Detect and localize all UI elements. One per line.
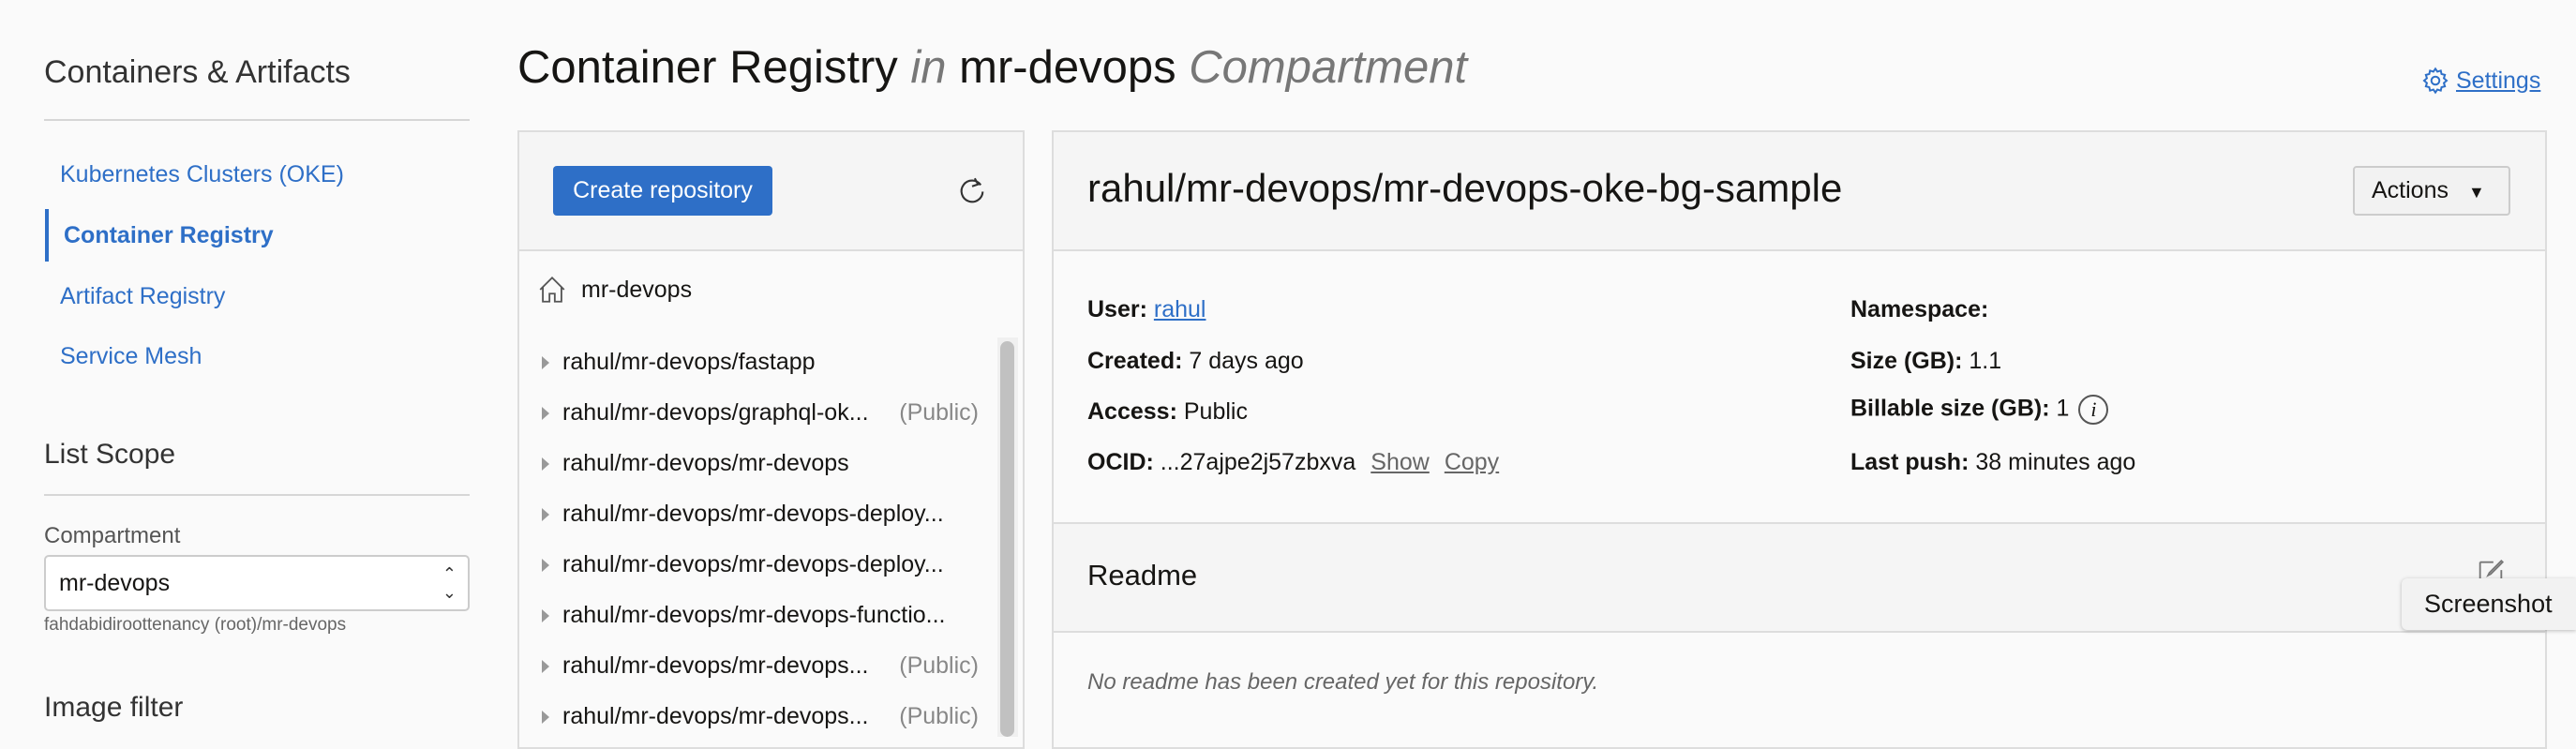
sidebar-item-kubernetes-clusters[interactable]: Kubernetes Clusters (OKE) — [45, 148, 467, 201]
readme-empty-message: No readme has been created yet for this … — [1087, 669, 1599, 695]
readme-header — [1054, 522, 2545, 633]
access-badge: (Public) — [899, 703, 979, 729]
repository-name: rahul/mr-devops/graphql-ok... — [562, 399, 869, 426]
image-filter-title: Image filter — [44, 692, 184, 723]
screenshot-tooltip: Screenshot — [2402, 578, 2576, 630]
last-push-value: 38 minutes ago — [1975, 449, 2136, 475]
repository-item[interactable]: rahul/mr-devops/mr-devops... (Public) — [542, 691, 982, 742]
access-badge: (Public) — [899, 652, 979, 679]
repository-item[interactable]: rahul/mr-devops/mr-devops... (Public) — [542, 640, 982, 691]
ocid-field: OCID: ...27ajpe2j57zbxva Show Copy — [1087, 449, 1499, 476]
expand-triangle-icon — [542, 660, 549, 674]
compartment-select[interactable]: mr-devops ⌃ ⌄ — [44, 555, 470, 611]
expand-triangle-icon — [542, 508, 549, 522]
compartment-root-label: mr-devops — [581, 276, 693, 303]
ocid-value: ...27ajpe2j57zbxva — [1160, 449, 1356, 475]
namespace-label: Namespace: — [1850, 296, 1989, 322]
page-title: Container Registry in mr-devops Compartm… — [517, 41, 1467, 94]
sidebar-item-service-mesh[interactable]: Service Mesh — [45, 330, 467, 382]
namespace-field: Namespace: — [1850, 296, 1988, 323]
last-push-label: Last push: — [1850, 449, 1969, 475]
user-link[interactable]: rahul — [1154, 296, 1206, 322]
repository-name: rahul/mr-devops/fastapp — [562, 349, 816, 375]
show-ocid-link[interactable]: Show — [1370, 449, 1430, 475]
access-badge: (Public) — [899, 399, 979, 426]
repository-name: rahul/mr-devops/mr-devops-deploy... — [562, 551, 944, 577]
actions-button[interactable]: Actions ▼ — [2353, 166, 2510, 216]
chevron-up-down-icon: ⌃ ⌄ — [442, 564, 457, 602]
created-field: Created: 7 days ago — [1087, 348, 1304, 375]
repository-name: rahul/mr-devops/mr-devops — [562, 450, 849, 476]
sidebar-title: Containers & Artifacts — [44, 54, 351, 90]
create-repository-button[interactable]: Create repository — [553, 166, 772, 216]
caret-down-icon: ▼ — [2467, 183, 2485, 202]
billable-size-label: Billable size (GB): — [1850, 395, 2050, 422]
size-field: Size (GB): 1.1 — [1850, 348, 2001, 375]
sidebar-item-artifact-registry[interactable]: Artifact Registry — [45, 270, 467, 322]
settings-label: Settings — [2456, 67, 2541, 94]
title-main: Container Registry — [517, 42, 898, 93]
title-suffix: Compartment — [1189, 42, 1468, 93]
gear-icon — [2422, 67, 2449, 95]
created-value: 7 days ago — [1189, 348, 1304, 374]
list-scope-title: List Scope — [44, 439, 176, 470]
repository-item[interactable]: rahul/mr-devops/mr-devops-deploy... — [542, 539, 982, 590]
copy-ocid-link[interactable]: Copy — [1445, 449, 1499, 475]
access-label: Access: — [1087, 398, 1177, 425]
last-push-field: Last push: 38 minutes ago — [1850, 449, 2135, 476]
repository-item[interactable]: rahul/mr-devops/graphql-ok... (Public) — [542, 387, 982, 438]
info-icon[interactable]: i — [2078, 395, 2109, 425]
user-label: User: — [1087, 296, 1147, 322]
user-field: User: rahul — [1087, 296, 1206, 323]
expand-triangle-icon — [542, 407, 549, 421]
access-value: Public — [1183, 398, 1248, 425]
repository-name: rahul/mr-devops/mr-devops-deploy... — [562, 501, 944, 527]
repository-item[interactable]: rahul/mr-devops/mr-devops — [542, 438, 982, 488]
scrollbar-thumb[interactable] — [1000, 341, 1014, 737]
billable-size-field: Billable size (GB): 1i — [1850, 395, 2109, 425]
compartment-value: mr-devops — [59, 570, 171, 596]
billable-size-value: 1 — [2056, 395, 2070, 422]
title-compartment: mr-devops — [959, 42, 1176, 93]
compartment-root-item[interactable]: mr-devops — [536, 274, 692, 306]
compartment-label: Compartment — [44, 523, 181, 548]
repository-title: rahul/mr-devops/mr-devops-oke-bg-sample — [1087, 166, 1843, 210]
expand-triangle-icon — [542, 356, 549, 370]
expand-triangle-icon — [542, 457, 549, 472]
expand-triangle-icon — [542, 559, 549, 573]
repository-name: rahul/mr-devops/mr-devops... — [562, 703, 869, 729]
repository-name: rahul/mr-devops/mr-devops-functio... — [562, 602, 946, 628]
compartment-path: fahdabidiroottenancy (root)/mr-devops — [44, 615, 347, 635]
readme-title: Readme — [1087, 559, 1198, 592]
home-icon — [539, 276, 565, 303]
refresh-icon[interactable] — [956, 174, 988, 206]
expand-triangle-icon — [542, 711, 549, 725]
repository-item[interactable]: rahul/mr-devops/fastapp — [542, 337, 982, 387]
title-in: in — [910, 42, 947, 93]
repository-name: rahul/mr-devops/mr-devops... — [562, 652, 869, 679]
actions-label: Actions — [2372, 177, 2449, 203]
repository-item[interactable]: rahul/mr-devops/mr-devops-deploy... — [542, 488, 982, 539]
ocid-label: OCID: — [1087, 449, 1154, 475]
access-field: Access: Public — [1087, 398, 1248, 426]
expand-triangle-icon — [542, 609, 549, 623]
divider — [44, 494, 470, 496]
divider — [44, 119, 470, 121]
size-value: 1.1 — [1969, 348, 2002, 374]
created-label: Created: — [1087, 348, 1183, 374]
settings-link[interactable]: Settings — [2420, 66, 2540, 96]
size-label: Size (GB): — [1850, 348, 1963, 374]
sidebar-item-container-registry[interactable]: Container Registry — [45, 209, 467, 262]
repository-item[interactable]: rahul/mr-devops/mr-devops-functio... — [542, 590, 982, 640]
